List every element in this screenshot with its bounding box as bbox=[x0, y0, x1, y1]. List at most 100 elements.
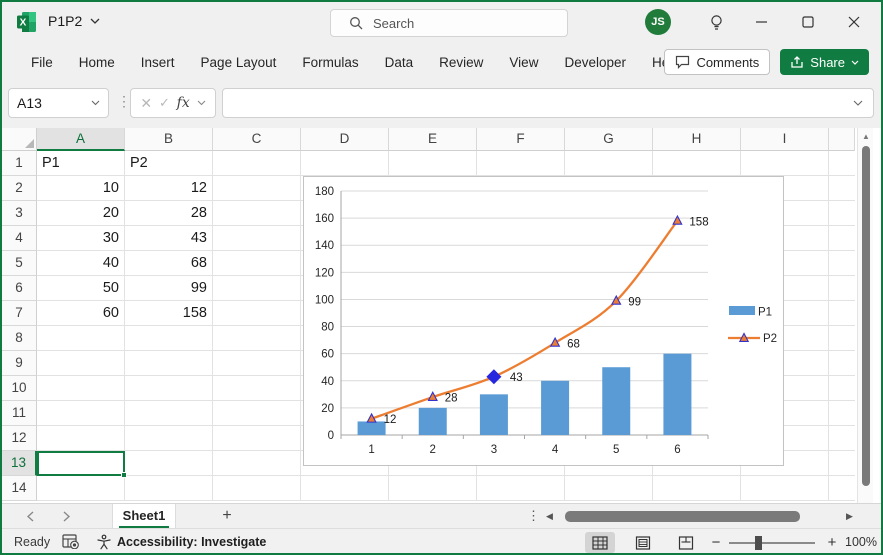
page-layout-view-button[interactable] bbox=[628, 532, 658, 553]
column-header-H[interactable]: H bbox=[653, 128, 741, 151]
row-header-14[interactable]: 14 bbox=[2, 476, 37, 501]
accessibility-status[interactable]: Accessibility: Investigate bbox=[117, 535, 266, 549]
cell-B4[interactable]: 43 bbox=[125, 226, 213, 251]
cell-B5[interactable]: 68 bbox=[125, 251, 213, 276]
row-header-7[interactable]: 7 bbox=[2, 301, 37, 326]
cell-A4[interactable]: 30 bbox=[37, 226, 125, 251]
column-header-G[interactable]: G bbox=[565, 128, 653, 151]
sheet-nav-next-icon[interactable] bbox=[54, 506, 78, 526]
zoom-slider-track[interactable] bbox=[729, 542, 815, 544]
excel-logo-icon[interactable]: X bbox=[16, 11, 38, 33]
cell-A3[interactable]: 20 bbox=[37, 201, 125, 226]
menu-tab-view[interactable]: View bbox=[496, 49, 551, 76]
embedded-chart[interactable]: 0204060801001201401601801234561228436899… bbox=[303, 176, 784, 466]
cell-B1[interactable]: P2 bbox=[125, 151, 213, 176]
selected-cell-A13[interactable] bbox=[37, 451, 125, 476]
select-all-corner[interactable] bbox=[2, 128, 37, 151]
column-header-E[interactable]: E bbox=[389, 128, 477, 151]
bar-P1-6[interactable] bbox=[663, 354, 691, 435]
bar-P1-1[interactable] bbox=[358, 421, 386, 435]
comments-button[interactable]: Comments bbox=[664, 49, 770, 75]
cell-B2[interactable]: 12 bbox=[125, 176, 213, 201]
cell-A6[interactable]: 50 bbox=[37, 276, 125, 301]
name-box[interactable]: A13 bbox=[8, 88, 109, 118]
selected-data-point[interactable] bbox=[486, 369, 501, 384]
row-header-13[interactable]: 13 bbox=[2, 451, 37, 476]
column-header-D[interactable]: D bbox=[301, 128, 389, 151]
menu-tab-insert[interactable]: Insert bbox=[128, 49, 188, 76]
legend-swatch-P1[interactable] bbox=[729, 306, 755, 315]
share-button[interactable]: Share bbox=[780, 49, 869, 75]
cell-B7[interactable]: 158 bbox=[125, 301, 213, 326]
row-header-8[interactable]: 8 bbox=[2, 326, 37, 351]
formula-bar-handle[interactable]: ⋮ bbox=[117, 93, 131, 110]
row-header-4[interactable]: 4 bbox=[2, 226, 37, 251]
row-header-12[interactable]: 12 bbox=[2, 426, 37, 451]
zoom-out-button[interactable]: − bbox=[706, 534, 726, 551]
row-header-9[interactable]: 9 bbox=[2, 351, 37, 376]
column-header-F[interactable]: F bbox=[477, 128, 565, 151]
sheet-tab-sheet1[interactable]: Sheet1 bbox=[112, 504, 176, 529]
lightbulb-icon[interactable] bbox=[693, 0, 739, 44]
macro-record-icon[interactable] bbox=[62, 534, 79, 549]
menu-tab-developer[interactable]: Developer bbox=[551, 49, 639, 76]
cell-B3[interactable]: 28 bbox=[125, 201, 213, 226]
horizontal-scroll-thumb[interactable] bbox=[565, 511, 800, 522]
y-tick-label: 180 bbox=[315, 186, 334, 198]
cell-A1[interactable]: P1 bbox=[37, 151, 125, 176]
vertical-scroll-thumb[interactable] bbox=[862, 146, 870, 486]
menu-tab-page-layout[interactable]: Page Layout bbox=[188, 49, 290, 76]
cancel-entry-icon[interactable]: ✕ bbox=[140, 95, 152, 112]
search-box[interactable]: Search bbox=[330, 9, 568, 37]
bar-P1-5[interactable] bbox=[602, 367, 630, 435]
scrollbar-resize-handle[interactable]: ⋮ bbox=[527, 508, 540, 524]
scroll-left-icon[interactable]: ◀ bbox=[546, 511, 553, 522]
column-header-I[interactable]: I bbox=[741, 128, 829, 151]
column-header-partial[interactable] bbox=[829, 128, 855, 151]
sheet-nav-prev-icon[interactable] bbox=[18, 506, 42, 526]
cell-B6[interactable]: 99 bbox=[125, 276, 213, 301]
row-header-1[interactable]: 1 bbox=[2, 151, 37, 176]
zoom-in-button[interactable]: + bbox=[822, 534, 842, 551]
bar-P1-2[interactable] bbox=[419, 408, 447, 435]
accessibility-icon[interactable] bbox=[96, 534, 112, 550]
cell-A2[interactable]: 10 bbox=[37, 176, 125, 201]
fill-handle[interactable] bbox=[121, 472, 127, 478]
bar-P1-3[interactable] bbox=[480, 394, 508, 435]
zoom-level[interactable]: 100% bbox=[845, 535, 877, 549]
menu-tab-review[interactable]: Review bbox=[426, 49, 496, 76]
row-header-2[interactable]: 2 bbox=[2, 176, 37, 201]
insert-function-button[interactable]: fx bbox=[177, 95, 190, 111]
close-button[interactable] bbox=[831, 0, 877, 44]
bar-P1-4[interactable] bbox=[541, 381, 569, 435]
zoom-slider-handle[interactable] bbox=[755, 536, 762, 550]
data-point-marker[interactable] bbox=[673, 216, 682, 224]
vertical-scrollbar[interactable]: ▲ bbox=[857, 128, 873, 503]
normal-view-button[interactable] bbox=[585, 532, 615, 553]
scroll-up-icon[interactable]: ▲ bbox=[862, 132, 870, 141]
cell-A7[interactable]: 60 bbox=[37, 301, 125, 326]
avatar[interactable]: JS bbox=[645, 9, 671, 35]
maximize-button[interactable] bbox=[785, 0, 831, 44]
column-header-C[interactable]: C bbox=[213, 128, 301, 151]
row-header-3[interactable]: 3 bbox=[2, 201, 37, 226]
column-header-A[interactable]: A bbox=[37, 128, 125, 151]
menu-tab-formulas[interactable]: Formulas bbox=[289, 49, 371, 76]
cell-A5[interactable]: 40 bbox=[37, 251, 125, 276]
scroll-right-icon[interactable]: ▶ bbox=[846, 511, 853, 522]
minimize-button[interactable] bbox=[739, 0, 785, 44]
row-header-10[interactable]: 10 bbox=[2, 376, 37, 401]
confirm-entry-icon[interactable]: ✓ bbox=[159, 95, 170, 111]
line-P2[interactable] bbox=[372, 221, 678, 419]
page-break-preview-button[interactable] bbox=[671, 532, 701, 553]
formula-input[interactable] bbox=[222, 88, 874, 118]
menu-tab-file[interactable]: File bbox=[18, 49, 66, 76]
column-header-B[interactable]: B bbox=[125, 128, 213, 151]
row-header-6[interactable]: 6 bbox=[2, 276, 37, 301]
document-title[interactable]: P1P2 bbox=[48, 13, 100, 29]
row-header-5[interactable]: 5 bbox=[2, 251, 37, 276]
add-sheet-button[interactable]: + bbox=[215, 506, 239, 526]
menu-tab-data[interactable]: Data bbox=[372, 49, 427, 76]
menu-tab-home[interactable]: Home bbox=[66, 49, 128, 76]
row-header-11[interactable]: 11 bbox=[2, 401, 37, 426]
